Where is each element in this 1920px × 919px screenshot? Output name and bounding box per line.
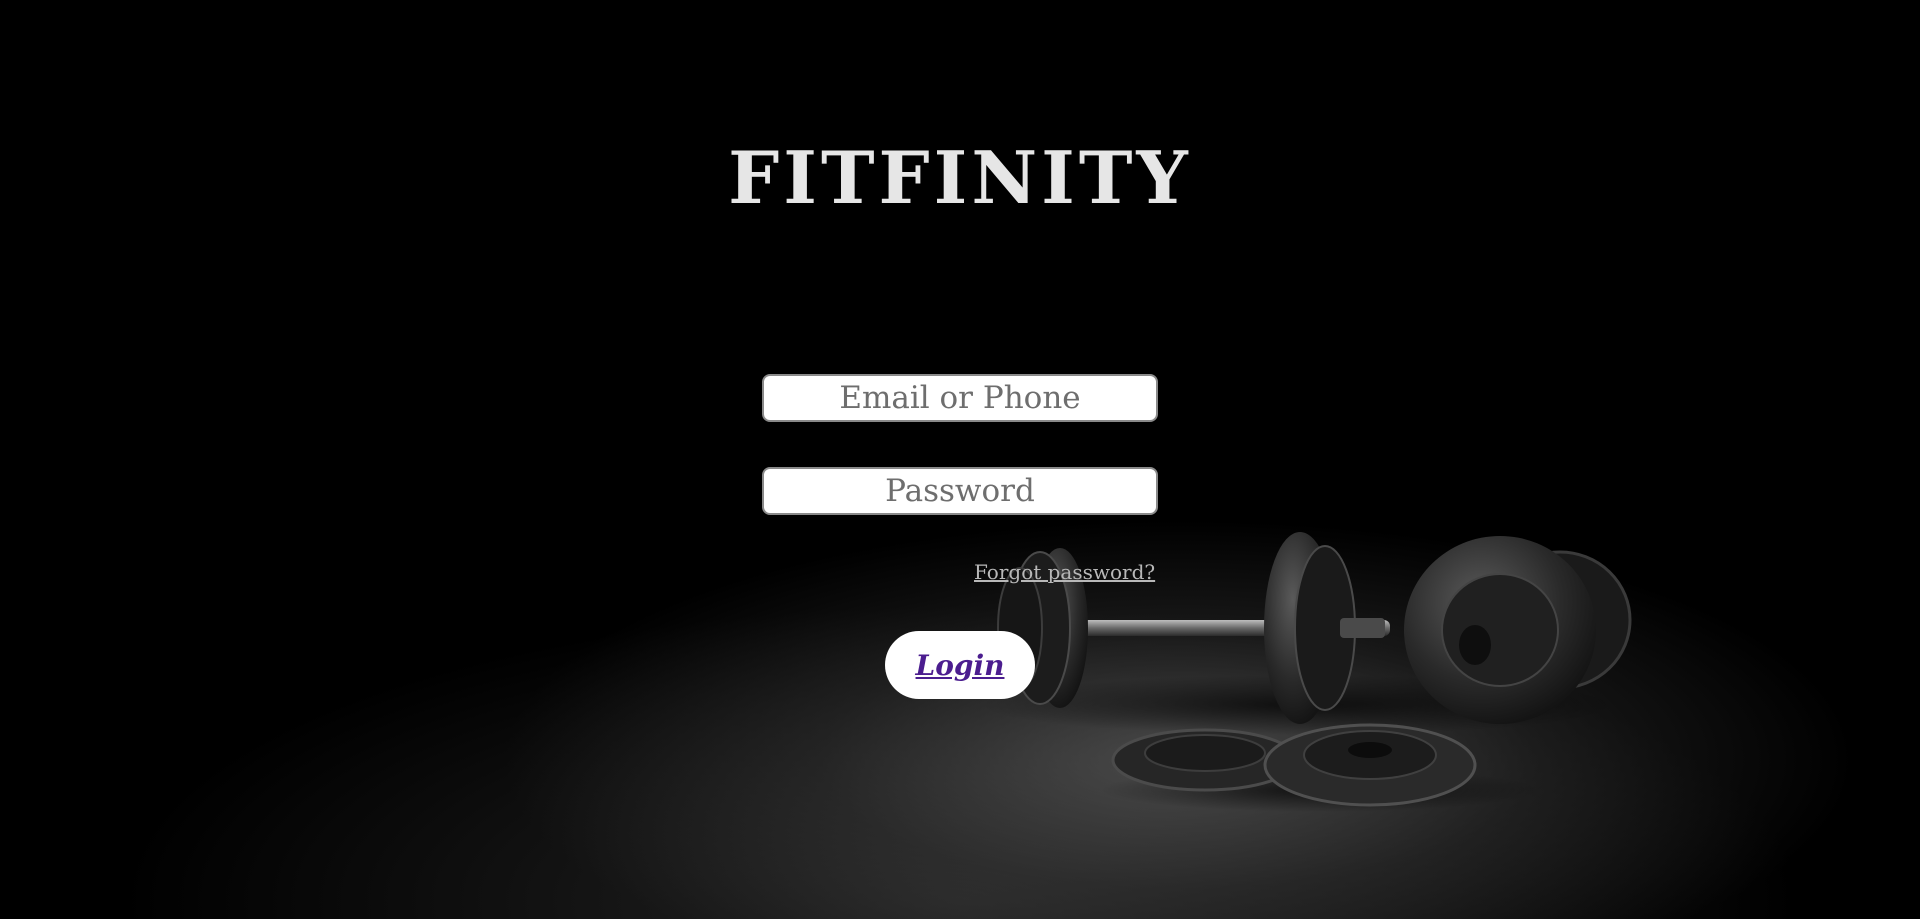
password-input[interactable]: [762, 467, 1158, 515]
forgot-password-link[interactable]: Forgot password?: [974, 560, 1155, 584]
login-page: FITFINITY Forgot password? Login: [0, 0, 1920, 919]
brand-logo: FITFINITY: [728, 135, 1192, 220]
email-or-phone-input[interactable]: [762, 374, 1158, 422]
login-button[interactable]: Login: [885, 631, 1035, 699]
